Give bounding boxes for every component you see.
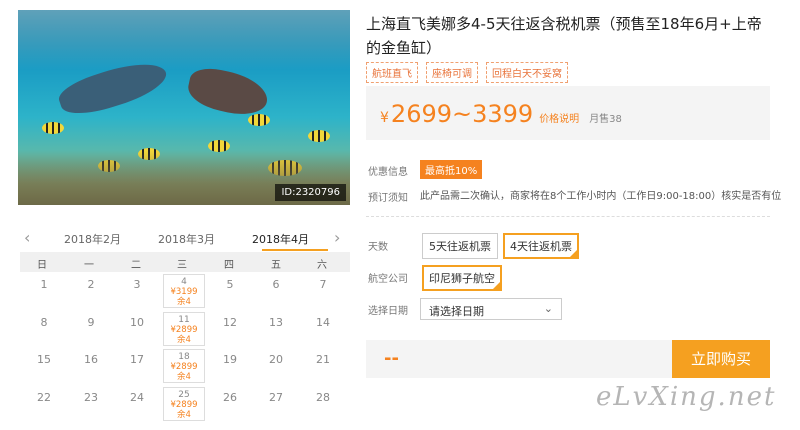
selected-price: -- — [384, 348, 399, 369]
date-select-value: 请选择日期 — [429, 305, 484, 318]
tag-direct-flight: 航班直飞 — [366, 62, 418, 83]
price-range: 2699~3399 — [390, 100, 534, 128]
site-watermark: eLvXing.net — [596, 382, 777, 412]
weekday-wed: 三 — [177, 260, 187, 271]
snorkeler-2 — [184, 64, 272, 120]
calendar-day-bookable[interactable]: 25 ¥2899 余4 — [163, 387, 205, 421]
purchase-bar: -- 立即购买 — [366, 340, 770, 378]
calendar-day: 23 — [84, 391, 98, 404]
image-id-label: ID:2320796 — [275, 184, 346, 201]
calendar-day-price: ¥2899 — [170, 325, 198, 335]
calendar-day: 13 — [269, 316, 283, 329]
tag-daytime-return: 回程白天不妥窝 — [486, 62, 568, 83]
weekday-thu: 四 — [224, 260, 234, 271]
feature-tags: 航班直飞 座椅可调 回程白天不妥窝 — [366, 62, 568, 83]
date-select[interactable]: 请选择日期 ⌄ — [420, 298, 562, 320]
fish — [308, 130, 330, 142]
buy-now-button[interactable]: 立即购买 — [672, 340, 770, 378]
promo-label: 优惠信息 — [368, 167, 408, 178]
currency-symbol: ¥ — [380, 110, 389, 126]
calendar-day-stock: 余4 — [177, 297, 191, 307]
price-box: ¥ 2699~3399 价格说明 月售38 — [366, 86, 770, 140]
tab-month-mar[interactable]: 2018年3月 — [158, 231, 215, 247]
calendar-day: 17 — [130, 353, 144, 366]
calendar-day: 24 — [130, 391, 144, 404]
weekday-mon: 一 — [84, 260, 94, 271]
weekday-sat: 六 — [317, 260, 327, 271]
calendar-day: 20 — [269, 353, 283, 366]
calendar-day: 19 — [223, 353, 237, 366]
airline-label: 航空公司 — [368, 274, 408, 285]
calendar-day-price: ¥2899 — [170, 400, 198, 410]
calendar-day: 12 — [223, 316, 237, 329]
tab-month-feb[interactable]: 2018年2月 — [64, 231, 121, 247]
option-5-day[interactable]: 5天往返机票 — [422, 233, 498, 259]
calendar-day: 27 — [269, 391, 283, 404]
calendar-day: 14 — [316, 316, 330, 329]
weekday-sun: 日 — [37, 260, 47, 271]
calendar-day-number: 4 — [181, 277, 187, 287]
price-explanation-link[interactable]: 价格说明 — [539, 110, 579, 125]
calendar-day-price: ¥2899 — [170, 362, 198, 372]
calendar-day-bookable[interactable]: 18 ¥2899 余4 — [163, 349, 205, 383]
calendar-day: 26 — [223, 391, 237, 404]
calendar-day: 16 — [84, 353, 98, 366]
calendar-day: 6 — [272, 278, 280, 291]
weekday-tue: 二 — [131, 260, 141, 271]
active-month-underline — [262, 249, 328, 251]
calendar-day: 7 — [319, 278, 327, 291]
notice-text: 此产品需二次确认，商家将在8个工作小时内（工作日9:00-18:00）核实是否有… — [420, 191, 782, 202]
fish — [42, 122, 64, 134]
calendar-day: 10 — [130, 316, 144, 329]
chevron-down-icon: ⌄ — [543, 302, 553, 315]
calendar-day: 3 — [133, 278, 141, 291]
calendar-day-number: 11 — [178, 315, 190, 325]
calendar-day: 15 — [37, 353, 51, 366]
option-4-day[interactable]: 4天往返机票 — [503, 233, 579, 259]
product-title: 上海直飞美娜多4-5天往返含税机票（预售至18年6月+上帝的金鱼缸） — [366, 15, 762, 57]
water-surface — [18, 10, 350, 70]
calendar-day: 5 — [226, 278, 234, 291]
promo-badge: 最高抵10% — [420, 160, 483, 179]
calendar-weekday-header: 日 一 二 三 四 五 六 — [20, 252, 350, 272]
option-airline-lion-air[interactable]: 印尼狮子航空 — [422, 265, 502, 291]
tag-adjustable-seat: 座椅可调 — [426, 62, 478, 83]
monthly-sales: 月售38 — [589, 114, 622, 125]
calendar-day-stock: 余4 — [177, 372, 191, 382]
calendar-month-nav: ‹ 2018年2月 2018年3月 2018年4月 › — [18, 224, 350, 252]
calendar-day-stock: 余4 — [177, 410, 191, 420]
product-photo[interactable]: ID:2320796 — [18, 10, 350, 205]
calendar-day-price: ¥3199 — [170, 287, 198, 297]
calendar-day-stock: 余4 — [177, 335, 191, 345]
calendar-day: 2 — [87, 278, 95, 291]
fish — [248, 114, 270, 126]
calendar-day: 22 — [37, 391, 51, 404]
calendar-day-number: 18 — [178, 352, 190, 362]
chevron-right-icon[interactable]: › — [334, 228, 340, 247]
calendar-day: 21 — [316, 353, 330, 366]
calendar-day-bookable[interactable]: 11 ¥2899 余4 — [163, 312, 205, 346]
calendar-day-bookable[interactable]: 4 ¥3199 余4 — [163, 274, 205, 308]
tab-month-apr[interactable]: 2018年4月 — [252, 231, 309, 247]
calendar-day: 1 — [40, 278, 48, 291]
calendar-day: 9 — [87, 316, 95, 329]
notice-label: 预订须知 — [368, 193, 408, 204]
calendar-day: 28 — [316, 391, 330, 404]
days-label: 天数 — [368, 242, 388, 253]
calendar-day-number: 25 — [178, 390, 190, 400]
chevron-left-icon[interactable]: ‹ — [24, 228, 30, 247]
divider — [366, 216, 770, 217]
date-label: 选择日期 — [368, 306, 408, 317]
weekday-fri: 五 — [271, 260, 281, 271]
calendar-day: 8 — [40, 316, 48, 329]
